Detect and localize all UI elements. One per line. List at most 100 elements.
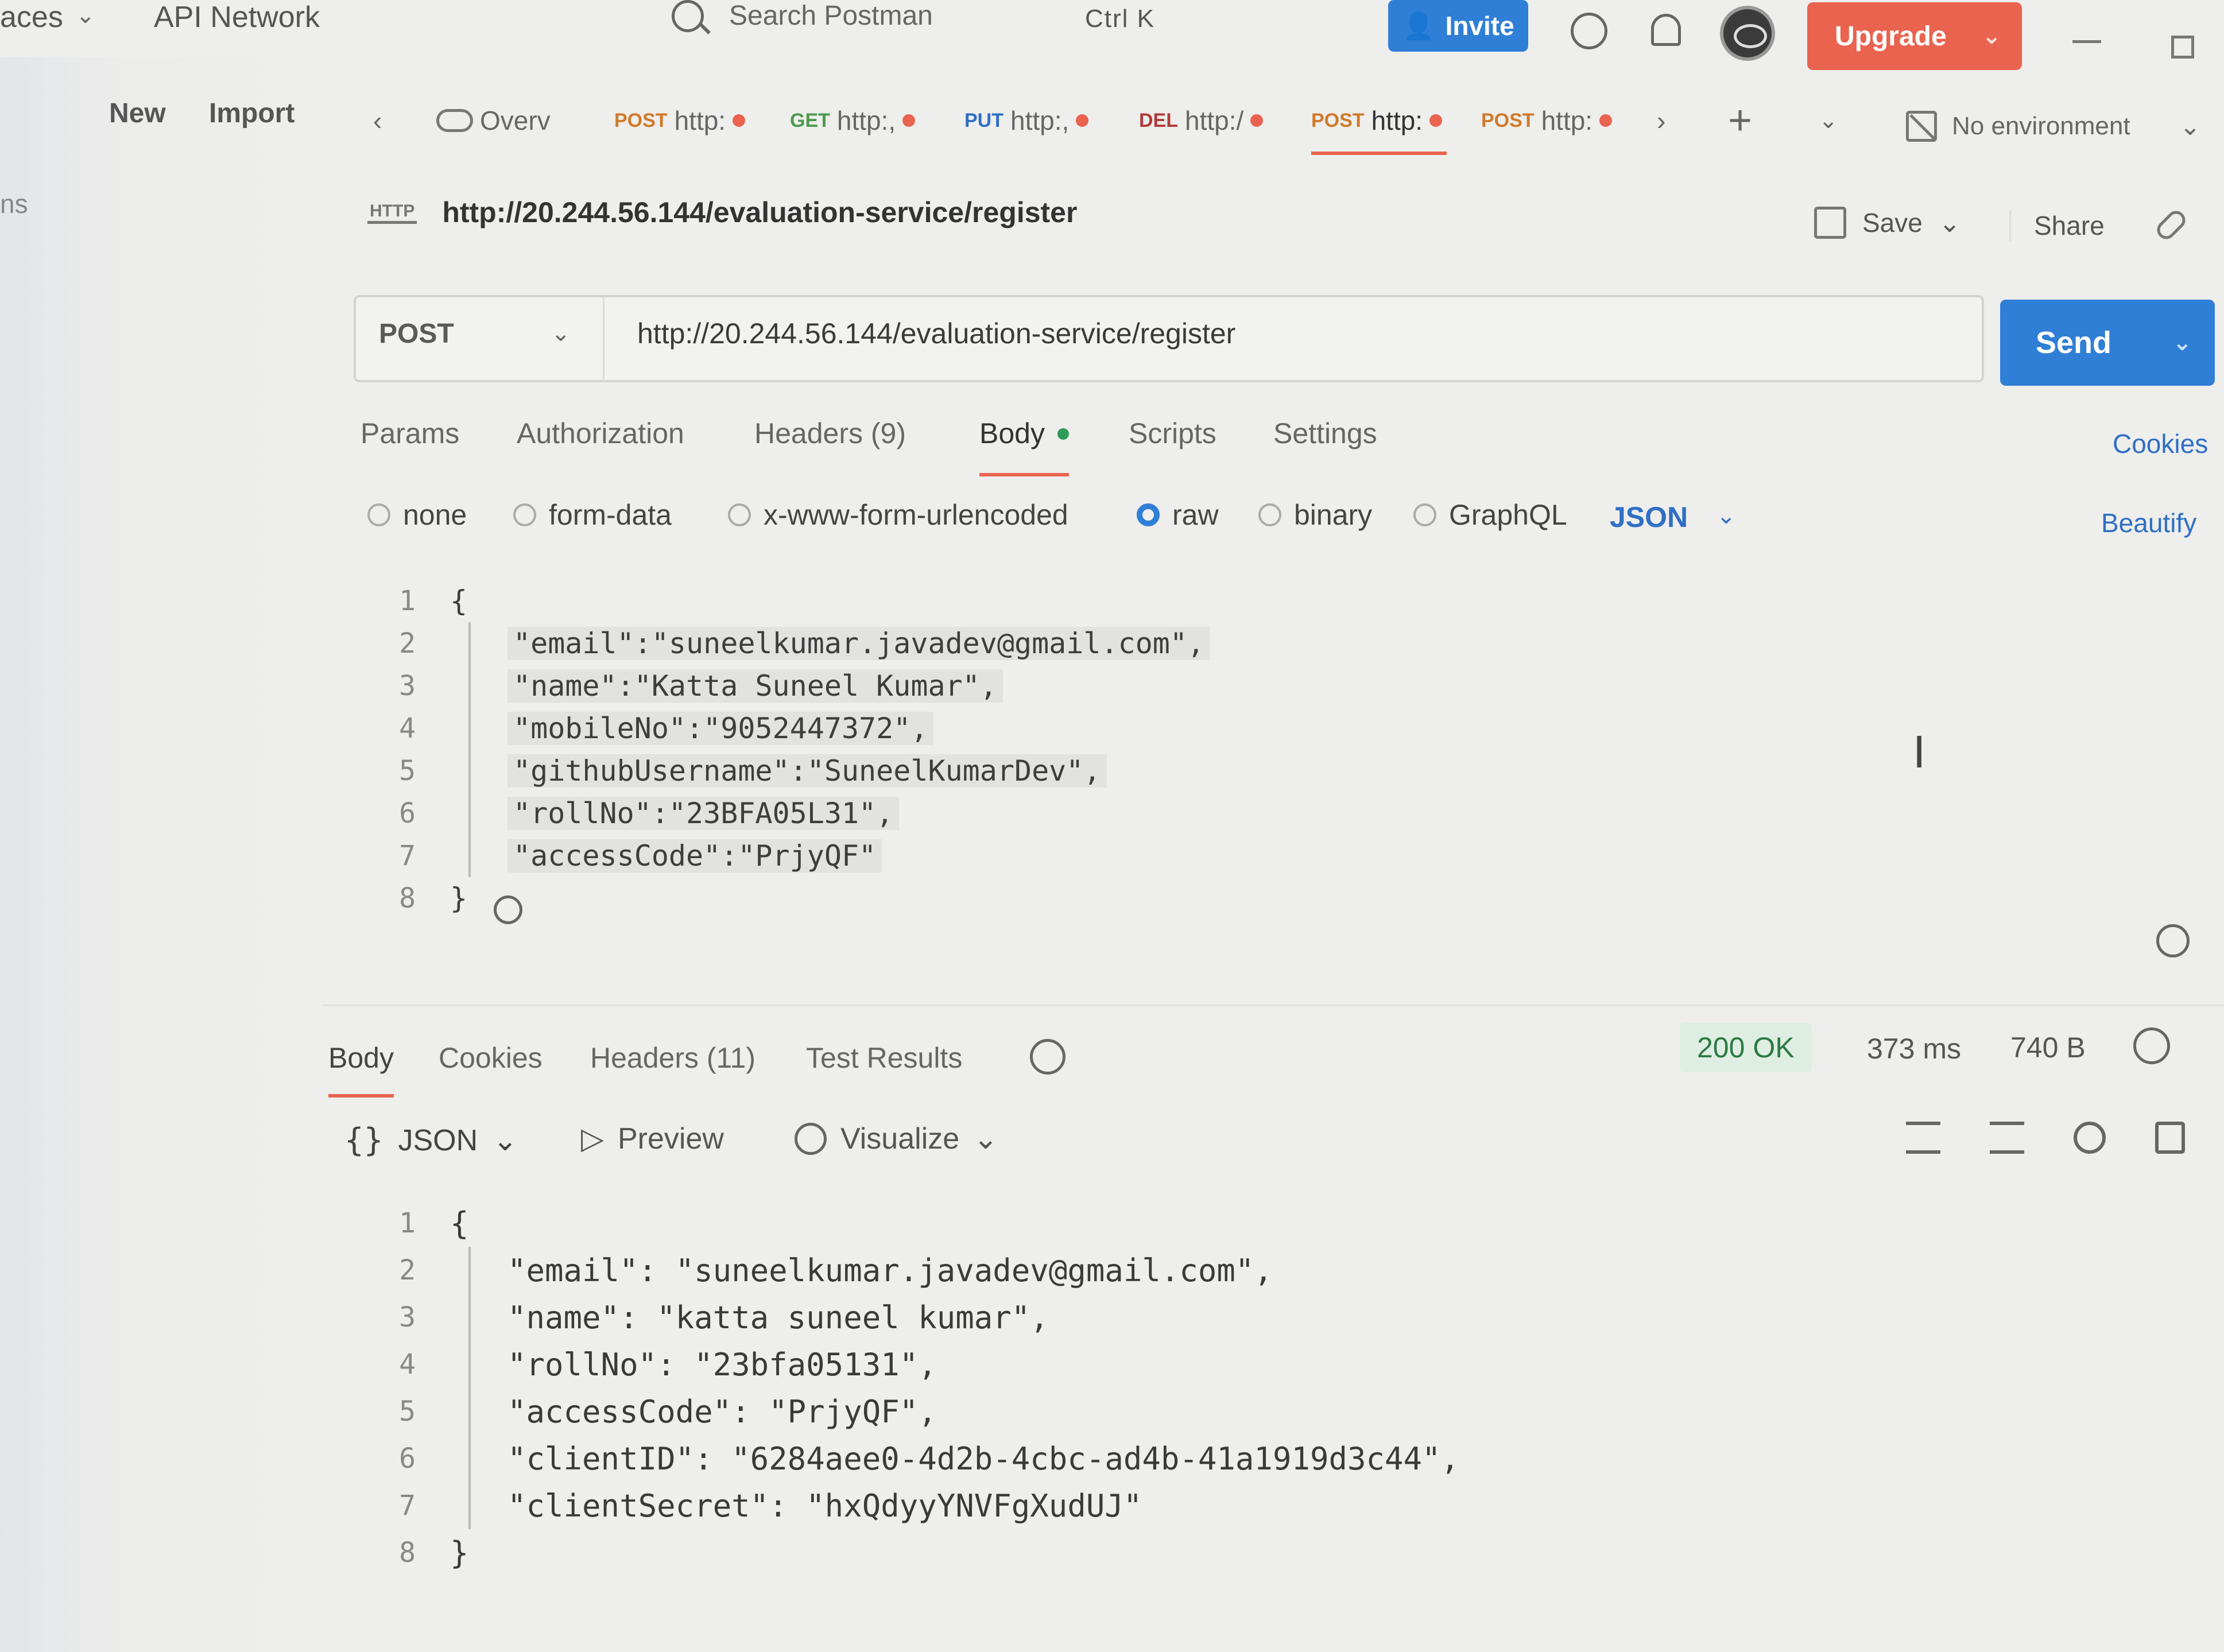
workspaces-menu[interactable]: aces [0, 0, 63, 34]
send-button[interactable]: Send ⌄ [2000, 300, 2215, 386]
unsaved-dot [1076, 114, 1089, 127]
save-label: Save [1862, 208, 1923, 238]
filter-icon[interactable] [1990, 1122, 2024, 1154]
language-select[interactable]: JSON [1610, 501, 1688, 534]
share-button[interactable]: Share [2009, 210, 2105, 241]
response-time[interactable]: 373 ms [1867, 1032, 1961, 1065]
bell-icon[interactable] [1651, 14, 1681, 46]
status-badge[interactable]: 200 OK [1680, 1023, 1812, 1072]
chevron-down-icon[interactable]: ⌄ [1717, 503, 1736, 529]
invite-label: Invite [1445, 11, 1514, 41]
line-number: 1 [399, 1207, 416, 1239]
import-button[interactable]: Import [209, 98, 295, 129]
sidebar-item-label[interactable]: ns [0, 188, 28, 219]
wrap-icon[interactable] [1906, 1122, 1940, 1154]
line-number: 7 [399, 1490, 416, 1522]
line-number: 2 [399, 627, 416, 660]
history-icon[interactable] [1030, 1039, 1065, 1075]
tab-request[interactable]: PUT http:, [964, 86, 1089, 155]
tab-body[interactable]: Body [979, 413, 1069, 476]
new-button[interactable]: New [109, 98, 166, 129]
radio-form-data[interactable]: form-data [513, 498, 672, 532]
link-icon[interactable] [2153, 207, 2190, 243]
code-line: 2 "email":"suneelkumar.javadev@gmail.com"… [367, 622, 1211, 665]
radio-binary[interactable]: binary [1258, 498, 1372, 532]
method-select[interactable]: POST [379, 318, 454, 350]
request-body-editor[interactable]: 1{ 2 "email":"suneelkumar.javadev@gmail.c… [367, 580, 2204, 936]
tab-request[interactable]: POST http: [614, 86, 746, 155]
invite-user-icon: 👤 [1402, 10, 1435, 41]
radio-circle[interactable] [1137, 503, 1160, 526]
chevron-down-icon[interactable]: ⌄ [551, 320, 571, 347]
radio-circle[interactable] [728, 503, 751, 526]
chevron-down-icon[interactable]: ⌄ [1939, 207, 1961, 238]
visualize-button[interactable]: Visualize ⌄ [795, 1122, 998, 1156]
radio-circle[interactable] [1413, 503, 1436, 526]
code-line: 3 "name":"Katta Suneel Kumar", [367, 665, 1003, 707]
chevron-left-icon[interactable]: ‹ [373, 86, 382, 155]
indent-guide [468, 622, 471, 877]
gear-icon[interactable] [1571, 13, 1607, 49]
chevron-down-icon[interactable]: ⌄ [2172, 329, 2192, 356]
ai-assist-icon[interactable] [494, 895, 522, 924]
save-button[interactable]: Save ⌄ [1814, 207, 1960, 239]
url-input[interactable] [637, 317, 1900, 350]
code-text: "email":"suneelkumar.javadev@gmail.com", [507, 627, 1211, 660]
tab-request[interactable]: POST http: [1481, 86, 1613, 155]
tab-test-results[interactable]: Test Results [806, 1033, 962, 1098]
avatar-icon[interactable] [1720, 6, 1775, 61]
tab-request[interactable]: DEL http:/ [1139, 86, 1264, 155]
radio-circle[interactable] [367, 503, 390, 526]
tab-request[interactable]: GET http:, [790, 86, 916, 155]
globe-icon[interactable] [2133, 1027, 2170, 1064]
radio-raw[interactable]: raw [1137, 498, 1219, 532]
request-tab-strip: ‹ Overv POST http: GET http:, PUT http:,… [356, 86, 2224, 166]
radio-none[interactable]: none [367, 498, 467, 532]
ai-assist-icon[interactable] [2156, 924, 2190, 957]
radio-circle[interactable] [1258, 503, 1281, 526]
api-network-link[interactable]: API Network [154, 0, 320, 34]
chevron-down-icon[interactable]: ⌄ [76, 2, 95, 29]
tab-headers[interactable]: Headers (9) [754, 413, 906, 476]
chevron-down-icon[interactable]: ⌄ [1819, 86, 1838, 155]
search-icon[interactable] [2074, 1122, 2106, 1154]
tab-overview[interactable]: Overv [436, 86, 551, 155]
upgrade-button[interactable]: Upgrade ⌄ [1807, 2, 2022, 70]
request-tabs: Params Authorization Headers (9) Body Sc… [361, 413, 2221, 482]
beautify-link[interactable]: Beautify [2101, 507, 2196, 538]
new-tab-icon[interactable]: + [1728, 86, 1752, 155]
divider[interactable] [321, 1005, 2224, 1006]
chevron-right-icon[interactable]: › [1657, 86, 1665, 155]
search-bar[interactable]: Search Postman Ctrl K [672, 0, 1188, 40]
cookies-link[interactable]: Cookies [2113, 428, 2208, 459]
tab-response-headers[interactable]: Headers (11) [590, 1033, 755, 1098]
restore-window-icon[interactable] [2171, 36, 2194, 59]
tab-settings[interactable]: Settings [1273, 413, 1377, 476]
radio-urlencoded[interactable]: x-www-form-urlencoded [728, 498, 1068, 532]
format-select[interactable]: {} JSON ⌄ [344, 1122, 518, 1159]
tab-scripts[interactable]: Scripts [1129, 413, 1216, 476]
copy-icon[interactable] [2155, 1122, 2185, 1154]
environment-selector[interactable]: No environment ⌄ [1906, 103, 2200, 149]
code-line: 8} [367, 1529, 468, 1576]
invite-button[interactable]: 👤 Invite [1388, 0, 1528, 52]
tab-response-body[interactable]: Body [328, 1033, 394, 1098]
indent-guide [468, 1247, 471, 1529]
minimize-window-icon[interactable] [2072, 40, 2101, 43]
unsaved-dot [733, 114, 746, 127]
tab-authorization[interactable]: Authorization [517, 413, 684, 476]
tab-response-cookies[interactable]: Cookies [439, 1033, 543, 1098]
request-name[interactable]: http://20.244.56.144/evaluation-service/… [442, 196, 1077, 229]
response-body-viewer[interactable]: 1{ 2 "email": "suneelkumar.javadev@gmail.… [367, 1200, 2204, 1624]
tab-request-active[interactable]: POST http: [1311, 86, 1447, 155]
chevron-down-icon[interactable]: ⌄ [973, 1122, 998, 1156]
tab-params[interactable]: Params [361, 413, 459, 476]
preview-button[interactable]: ▷ Preview [581, 1122, 724, 1156]
chevron-down-icon[interactable]: ⌄ [1982, 23, 2001, 49]
code-text: { [450, 584, 468, 618]
modified-dot [1057, 428, 1069, 440]
radio-graphql[interactable]: GraphQL [1413, 498, 1567, 532]
tab-method: PUT [964, 109, 1003, 131]
response-size[interactable]: 740 B [2010, 1031, 2086, 1064]
radio-circle[interactable] [513, 503, 536, 526]
